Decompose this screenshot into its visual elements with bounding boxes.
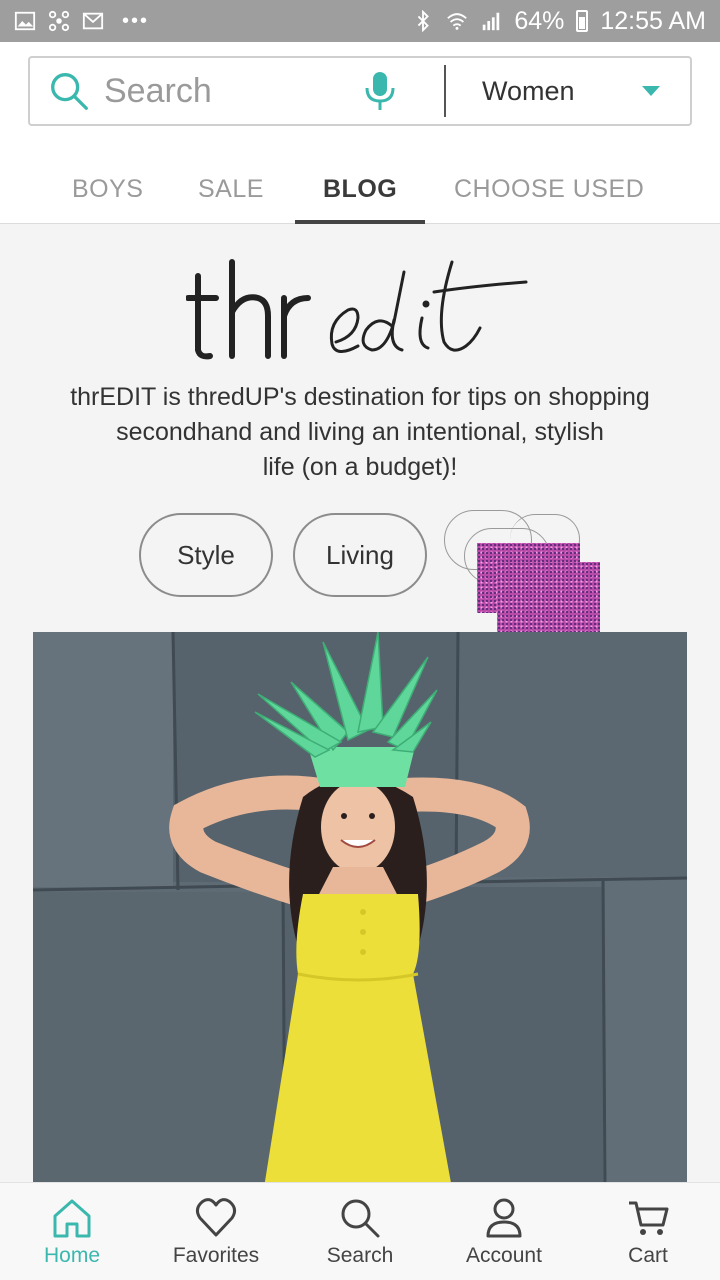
- nav-home[interactable]: Home: [0, 1183, 144, 1280]
- glitch-noise-block: [497, 562, 600, 632]
- tagline-line-3: life (on a budget)!: [262, 453, 458, 481]
- heart-icon: [195, 1197, 237, 1236]
- nav-cart[interactable]: Cart: [576, 1183, 720, 1280]
- tab-boys[interactable]: BOYS: [72, 154, 143, 224]
- tab-choose-used[interactable]: CHOOSE USED: [454, 154, 644, 224]
- gmail-icon: [82, 12, 104, 30]
- home-icon: [53, 1199, 91, 1237]
- more-dots-icon: •••: [122, 9, 150, 32]
- search-input[interactable]: [104, 71, 354, 111]
- tagline-line-1: thrEDIT is thredUP's destination for tip…: [70, 383, 650, 411]
- tab-blog[interactable]: BLOG: [294, 154, 426, 224]
- cart-icon: [629, 1201, 669, 1235]
- fan-icon: [48, 10, 70, 32]
- status-left: •••: [14, 10, 149, 33]
- chip-living[interactable]: Living: [293, 513, 427, 597]
- wifi-icon: [447, 13, 468, 30]
- nav-account[interactable]: Account: [432, 1183, 576, 1280]
- clock: 12:55 AM: [600, 6, 706, 35]
- department-selector[interactable]: Women: [446, 76, 690, 107]
- bottom-navigation: Home Favorites Search Account Cart: [0, 1182, 720, 1280]
- chip-style[interactable]: Style: [139, 513, 273, 597]
- department-label: Women: [482, 75, 575, 106]
- nav-favorites[interactable]: Favorites: [144, 1183, 288, 1280]
- tab-sale[interactable]: SALE: [198, 154, 264, 224]
- search-bar: Women: [28, 56, 692, 126]
- blog-hero-image[interactable]: [33, 632, 687, 1192]
- image-icon: [14, 11, 36, 31]
- tagline-line-2: secondhand and living an intentional, st…: [116, 418, 604, 446]
- chevron-down-icon: [642, 86, 660, 96]
- battery-icon: [576, 10, 589, 32]
- nav-search[interactable]: Search: [288, 1183, 432, 1280]
- person-icon: [486, 1198, 522, 1237]
- search-icon[interactable]: [46, 68, 92, 114]
- blog-tagline: thrEDIT is thredUP's destination for tip…: [30, 380, 690, 485]
- microphone-icon[interactable]: [360, 69, 400, 113]
- bluetooth-icon: [418, 10, 430, 32]
- status-bar: ••• 64% 12:55 AM: [0, 0, 720, 42]
- blog-category-chips: Style Living: [0, 510, 720, 632]
- thredit-logo: [186, 259, 528, 360]
- nav-home-label: Home: [43, 1243, 101, 1267]
- status-right: 64% 12:55 AM: [412, 7, 706, 36]
- nav-favorites-label: Favorites: [172, 1243, 260, 1267]
- search-icon: [341, 1199, 380, 1237]
- nav-cart-label: Cart: [628, 1243, 668, 1267]
- signal-icon: [483, 12, 500, 31]
- nav-search-label: Search: [326, 1243, 394, 1267]
- app-header: Women BOYS SALE BLOG CHOOSE USED: [0, 42, 720, 224]
- nav-account-label: Account: [466, 1243, 542, 1267]
- battery-percent: 64%: [514, 6, 565, 35]
- category-tabs: BOYS SALE BLOG CHOOSE USED: [0, 154, 720, 224]
